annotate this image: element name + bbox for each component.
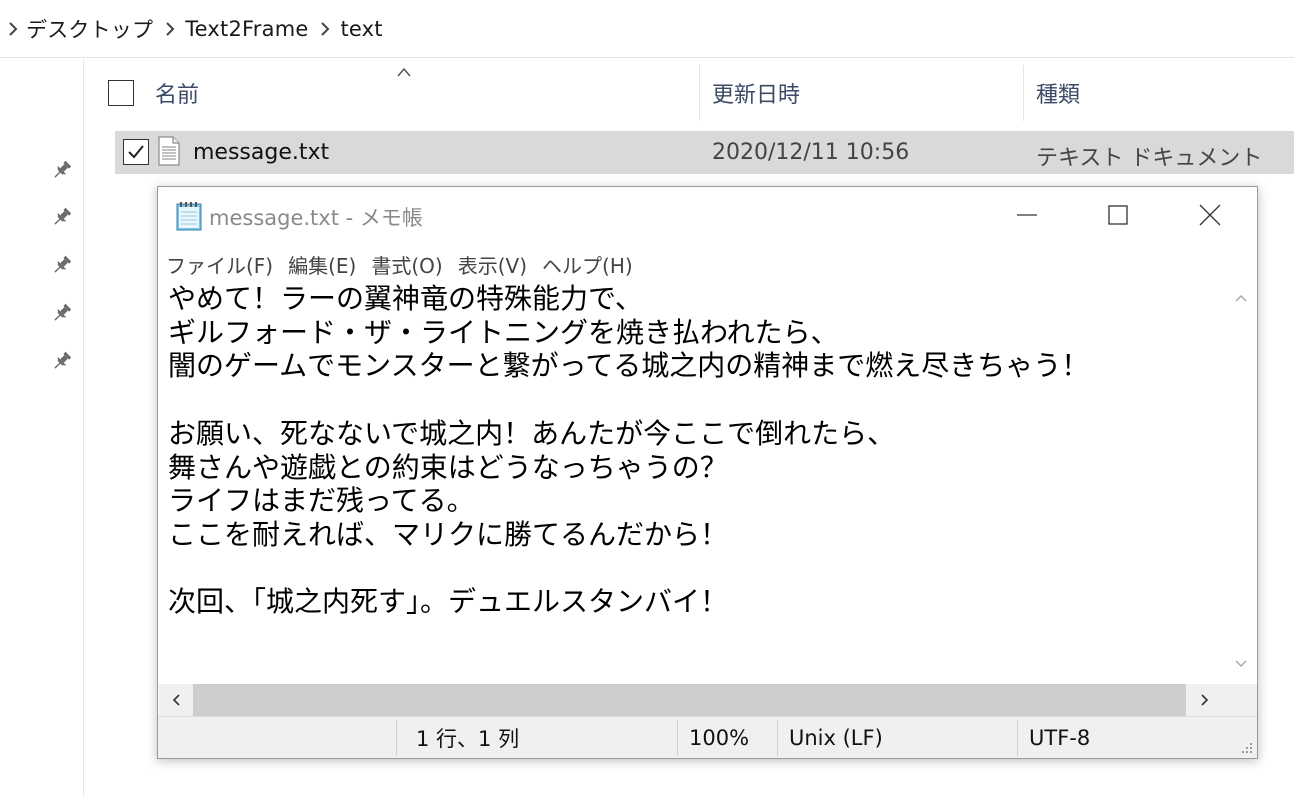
close-icon (1199, 204, 1221, 226)
status-cursor-position: 1 行、1 列 (416, 727, 520, 751)
notepad-window: message.txt - メモ帳 ファイル(F) 編集(E) 書式(O) 表示… (157, 186, 1258, 759)
text-editor[interactable]: やめて！ラーの翼神竜の特殊能力で、 ギルフォード・ザ・ライトニングを焼き払われた… (159, 282, 1225, 684)
navigation-pane (0, 59, 84, 796)
status-encoding: UTF-8 (1029, 726, 1091, 750)
file-name: message.txt (193, 140, 330, 165)
pin-icon[interactable] (51, 302, 73, 324)
status-divider (396, 720, 397, 756)
status-divider (777, 720, 778, 756)
text-file-icon (157, 136, 181, 166)
breadcrumb-item-text[interactable]: text (336, 17, 388, 41)
chevron-left-icon[interactable] (168, 692, 184, 708)
pin-icon[interactable] (51, 206, 73, 228)
column-type[interactable]: 種類 (1036, 77, 1080, 109)
pin-icon[interactable] (51, 350, 73, 372)
column-date-modified[interactable]: 更新日時 (712, 77, 800, 109)
maximize-button[interactable] (1072, 187, 1164, 243)
chevron-down-icon[interactable] (1233, 656, 1249, 672)
title-bar[interactable]: message.txt - メモ帳 (158, 187, 1257, 245)
breadcrumb: デスクトップ Text2Frame text (0, 0, 1294, 58)
status-line-ending: Unix (LF) (789, 726, 883, 750)
menu-view[interactable]: 表示(V) (456, 250, 534, 279)
chevron-right-icon[interactable] (4, 21, 22, 36)
menu-edit[interactable]: 編集(E) (286, 250, 363, 279)
maximize-icon (1108, 205, 1128, 225)
horizontal-scrollbar[interactable] (159, 684, 1257, 716)
notepad-icon[interactable] (173, 200, 205, 232)
vertical-scrollbar[interactable] (1225, 282, 1257, 684)
status-bar: 1 行、1 列 100% Unix (LF) UTF-8 (158, 716, 1257, 758)
close-button[interactable] (1164, 187, 1256, 243)
breadcrumb-item-desktop[interactable]: デスクトップ (22, 14, 159, 44)
row-checkbox[interactable] (123, 139, 149, 165)
menu-file[interactable]: ファイル(F) (164, 250, 280, 279)
horizontal-scroll-thumb[interactable] (193, 684, 1186, 716)
editor-content[interactable]: やめて！ラーの翼神竜の特殊能力で、 ギルフォード・ザ・ライトニングを焼き払われた… (168, 282, 1089, 619)
resize-grip-icon[interactable] (1238, 739, 1254, 755)
chevron-right-icon[interactable] (314, 21, 336, 36)
status-divider (677, 720, 678, 756)
file-date-modified: 2020/12/11 10:56 (712, 140, 910, 165)
menu-help[interactable]: ヘルプ(H) (540, 250, 640, 279)
breadcrumb-item-text2frame[interactable]: Text2Frame (181, 17, 314, 41)
file-row[interactable]: message.txt 2020/12/11 10:56 テキスト ドキュメント (115, 131, 1294, 174)
pin-icon[interactable] (51, 159, 73, 181)
pin-icon[interactable] (51, 254, 73, 276)
menu-bar: ファイル(F) 編集(E) 書式(O) 表示(V) ヘルプ(H) (158, 247, 1257, 281)
column-divider[interactable] (699, 65, 700, 121)
status-zoom: 100% (689, 726, 750, 750)
status-divider (1017, 720, 1018, 756)
column-divider[interactable] (1023, 65, 1024, 121)
file-type: テキスト ドキュメント (1036, 146, 1263, 171)
chevron-up-icon[interactable] (1233, 290, 1249, 306)
chevron-right-icon[interactable] (1197, 692, 1213, 708)
select-all-checkbox[interactable] (108, 80, 134, 106)
menu-format[interactable]: 書式(O) (369, 250, 449, 279)
minimize-icon (1017, 214, 1037, 216)
sort-ascending-icon (396, 63, 412, 77)
window-title: message.txt - メモ帳 (209, 206, 423, 230)
column-header: 名前 更新日時 種類 (84, 59, 1294, 129)
chevron-right-icon[interactable] (159, 21, 181, 36)
column-name[interactable]: 名前 (155, 77, 199, 109)
minimize-button[interactable] (981, 187, 1073, 243)
